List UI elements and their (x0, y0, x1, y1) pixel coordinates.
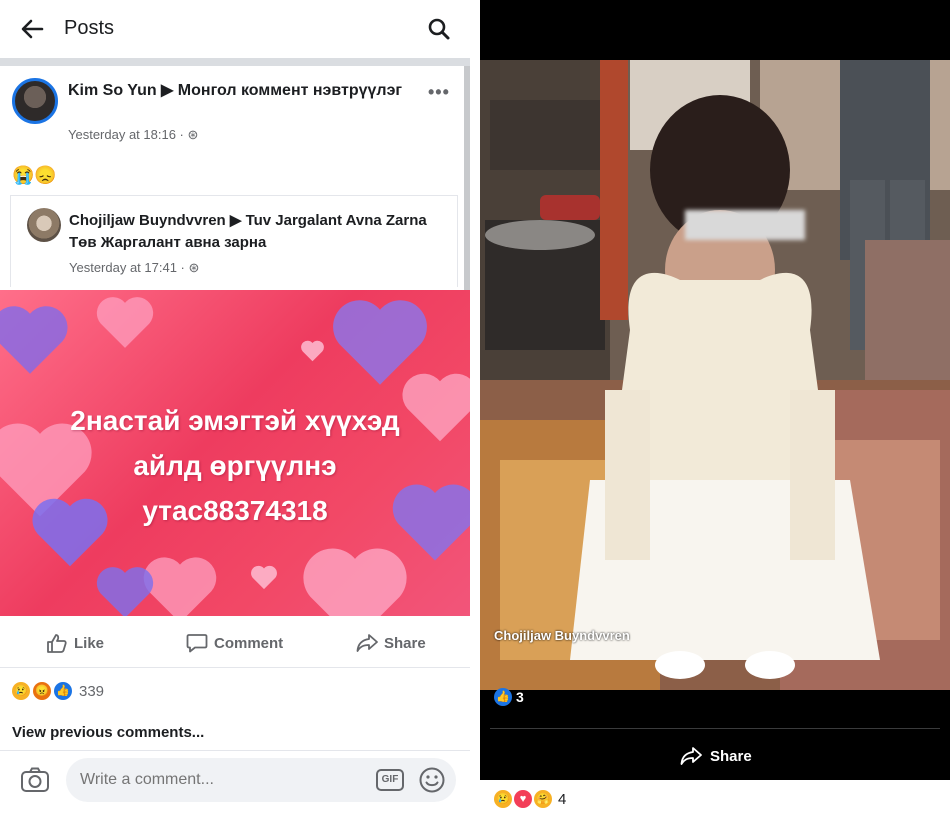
share-arrow-icon (356, 634, 378, 652)
share-button[interactable]: Share (680, 745, 752, 767)
heart-decoration (95, 295, 155, 350)
heart-decoration (250, 565, 278, 590)
post-actions: Like Comment Share (0, 616, 470, 668)
page-title: Posts (64, 17, 115, 39)
heart-decoration (95, 565, 155, 616)
image-text-line: айлд өргүүлнэ (133, 450, 337, 481)
shared-post[interactable]: Chojiljaw Buyndvvren ▶ Tuv Jargalant Avn… (10, 195, 458, 287)
camera-icon[interactable] (20, 766, 50, 794)
love-reaction-icon: ♥ (514, 790, 532, 808)
header-divider (0, 58, 470, 66)
photo-watermark: Chojiljaw Buyndvvren (494, 628, 630, 643)
share-arrow-icon (680, 747, 702, 765)
post-timestamp[interactable]: Yesterday at 18:16 · ⊛ (68, 127, 198, 143)
divider (0, 750, 470, 751)
divider (490, 728, 940, 729)
search-icon[interactable] (427, 17, 451, 41)
reactions-footer: 😢 ♥ 🤗 4 (480, 780, 950, 822)
like-button[interactable]: Like (46, 632, 104, 654)
comment-bubble-icon (186, 634, 208, 653)
face-blur (685, 210, 805, 240)
post-screen: Posts Kim So Yun ▶ Монгол коммент нэвтрү… (0, 0, 470, 822)
avatar[interactable] (12, 78, 58, 124)
sad-reaction-icon: 😢 (12, 682, 30, 700)
heart-decoration (300, 340, 325, 362)
photo-viewer: Chojiljaw Buyndvvren 👍 3 Share 😢 ♥ 🤗 4 (480, 0, 950, 822)
share-label: Share (710, 747, 752, 765)
share-button[interactable]: Share (356, 632, 426, 654)
care-reaction-icon: 🤗 (534, 790, 552, 808)
thumbs-up-icon (47, 634, 67, 653)
reaction-count: 339 (79, 682, 105, 700)
like-label: Like (74, 634, 105, 652)
view-previous-comments[interactable]: View previous comments... (12, 724, 204, 741)
shared-avatar[interactable] (27, 208, 61, 242)
image-text-line: утас88374318 (142, 495, 328, 526)
gif-icon[interactable]: GIF (376, 769, 404, 791)
back-arrow-icon[interactable] (20, 18, 44, 40)
comment-button[interactable]: Comment (186, 632, 283, 654)
image-text-line: 2настай эмэгтэй хүүхэд (70, 405, 400, 436)
heart-decoration (0, 300, 70, 380)
reactions-summary[interactable]: 😢 😠 👍 339 (12, 682, 104, 700)
child-photo[interactable]: Chojiljaw Buyndvvren (480, 60, 950, 690)
sad-reaction-icon: 😢 (494, 790, 512, 808)
angry-reaction-icon: 😠 (33, 682, 51, 700)
heart-decoration (300, 545, 410, 616)
post-emojis: 😭😞 (12, 165, 57, 185)
like-count-value: 3 (516, 689, 524, 705)
image-caption: 2настай эмэгтэй хүүхэд айлд өргүүлнэ ута… (30, 398, 440, 533)
like-reaction-icon: 👍 (54, 682, 72, 700)
comment-label: Comment (214, 634, 284, 652)
more-options-icon[interactable]: ••• (428, 82, 450, 103)
like-reaction-icon: 👍 (494, 688, 512, 706)
photo-illustration (480, 60, 950, 690)
panel-separator (470, 0, 480, 822)
shared-author[interactable]: Chojiljaw Buyndvvren ▶ Tuv Jargalant Avn… (69, 210, 449, 254)
emoji-picker-icon[interactable] (418, 766, 446, 794)
like-count[interactable]: 👍 3 (494, 688, 524, 706)
share-label: Share (384, 634, 426, 652)
post-image[interactable]: 2настай эмэгтэй хүүхэд айлд өргүүлнэ ута… (0, 290, 470, 616)
shared-timestamp[interactable]: Yesterday at 17:41 · ⊛ (69, 260, 199, 276)
reactions-summary[interactable]: 😢 ♥ 🤗 4 (494, 790, 566, 808)
reaction-count: 4 (558, 790, 567, 808)
top-bar: Posts (0, 0, 470, 58)
post-author[interactable]: Kim So Yun ▶ Монгол коммент нэвтрүүлэг (68, 80, 418, 102)
